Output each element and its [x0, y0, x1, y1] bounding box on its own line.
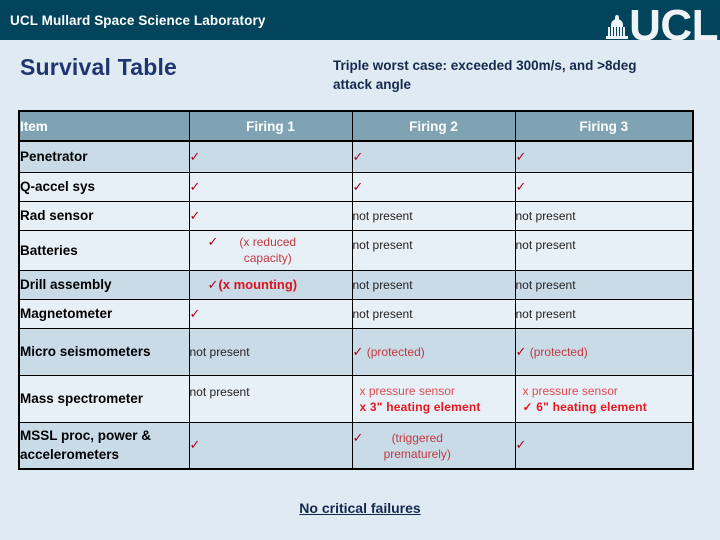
cell-firing-1: not present	[188, 327, 353, 376]
cell-firing-1: ✓	[188, 171, 353, 202]
cell-firing-3: ✓ (protected)	[514, 327, 694, 376]
cell-note: (x mounting)	[218, 276, 298, 292]
check-icon: ✓	[352, 148, 364, 164]
table-row: Rad sensor ✓ not present not present	[18, 200, 694, 231]
cell-firing-2: ✓ (triggered prematurely)	[351, 421, 516, 470]
cell-firing-3: x pressure sensor ✓ 6" heating element	[514, 374, 694, 423]
cell-note: (protected)	[529, 344, 588, 359]
cell-firing-1: ✓(x mounting)	[188, 269, 353, 300]
ucl-dome-icon	[606, 12, 629, 40]
page-title: Survival Table	[20, 54, 178, 80]
table-row: Magnetometer ✓ not present not present	[18, 298, 694, 329]
cell-firing-2: not present	[351, 269, 516, 300]
cell-firing-2: x pressure sensor x 3" heating element	[351, 374, 516, 423]
check-icon: ✓	[189, 437, 201, 453]
row-item-label: Batteries	[18, 229, 190, 271]
table-header-row: Item Firing 1 Firing 2 Firing 3	[18, 110, 694, 142]
check-icon: ✓	[189, 305, 201, 321]
cell-note: not present	[515, 208, 576, 223]
check-icon: ✓	[515, 148, 527, 164]
table-row: Penetrator ✓ ✓ ✓	[18, 140, 694, 173]
cell-note-line-1: x pressure sensor	[359, 383, 455, 398]
cell-note: not present	[352, 208, 413, 223]
row-item-label: Magnetometer	[18, 298, 190, 329]
cell-firing-3: not present	[514, 229, 694, 271]
check-icon: ✓	[352, 429, 364, 445]
cell-firing-3: not present	[514, 269, 694, 300]
cell-firing-1: ✓	[188, 140, 353, 173]
row-item-label: Micro seismometers	[18, 327, 190, 376]
cell-note: (x reduced capacity)	[239, 235, 297, 265]
column-header-firing-1: Firing 1	[188, 110, 353, 142]
table-row: Micro seismometers not present ✓ (protec…	[18, 327, 694, 376]
row-item-label: Rad sensor	[18, 200, 190, 231]
ucl-logo-text: UCL	[629, 1, 718, 41]
check-icon: ✓	[352, 343, 364, 359]
row-item-label: Mass spectrometer	[18, 374, 190, 423]
row-item-label: Drill assembly	[18, 269, 190, 300]
check-icon: ✓	[207, 276, 219, 292]
check-icon: ✓	[515, 437, 527, 453]
cell-firing-2: not present	[351, 229, 516, 271]
cell-firing-2: ✓	[351, 171, 516, 202]
cell-note: not present	[189, 344, 250, 359]
cell-note-line-1: x pressure sensor	[522, 383, 618, 398]
column-header-firing-2: Firing 2	[351, 110, 516, 142]
cell-firing-1: not present	[188, 374, 353, 423]
cell-note: not present	[515, 277, 576, 292]
cell-firing-3: ✓	[514, 171, 694, 202]
column-header-firing-3: Firing 3	[514, 110, 694, 142]
row-item-label: Penetrator	[18, 140, 190, 173]
check-icon: ✓	[207, 234, 219, 249]
table-row: MSSL proc, power & accelerometers ✓ ✓ (t…	[18, 421, 694, 470]
app-banner: UCL Mullard Space Science Laboratory UCL	[0, 0, 720, 40]
table-row: Q-accel sys ✓ ✓ ✓	[18, 171, 694, 202]
cell-firing-2: not present	[351, 200, 516, 231]
check-icon: ✓	[352, 178, 364, 194]
cell-note: not present	[352, 277, 413, 292]
row-item-label: Q-accel sys	[18, 171, 190, 202]
survival-table: Item Firing 1 Firing 2 Firing 3 Penetrat…	[18, 110, 694, 470]
column-header-item: Item	[18, 110, 190, 142]
check-icon: ✓	[515, 343, 527, 359]
cell-note: not present	[352, 237, 413, 252]
table-row: Batteries ✓ (x reduced capacity) not pre…	[18, 229, 694, 271]
page-subtitle: Triple worst case: exceeded 300m/s, and …	[333, 58, 637, 92]
cell-firing-3: not present	[514, 298, 694, 329]
footer-note: No critical failures	[299, 500, 421, 516]
check-icon: ✓	[515, 178, 527, 194]
table-row: Drill assembly ✓(x mounting) not present…	[18, 269, 694, 300]
cell-note: (protected)	[366, 344, 425, 359]
check-icon: ✓	[189, 207, 201, 223]
check-icon: ✓	[189, 148, 201, 164]
cell-firing-3: ✓	[514, 140, 694, 173]
cell-firing-2: not present	[351, 298, 516, 329]
cell-note-line-2: x 3" heating element	[359, 399, 481, 414]
ucl-logo: UCL	[606, 0, 718, 40]
banner-title: UCL Mullard Space Science Laboratory	[10, 12, 266, 28]
cell-firing-1: ✓	[188, 200, 353, 231]
cell-firing-1: ✓ (x reduced capacity)	[188, 229, 353, 271]
cell-firing-3: ✓	[514, 421, 694, 470]
cell-note-line-2: ✓ 6" heating element	[522, 399, 647, 414]
cell-firing-1: ✓	[188, 421, 353, 470]
cell-firing-1: ✓	[188, 298, 353, 329]
cell-note: not present	[515, 306, 576, 321]
row-item-label: MSSL proc, power & accelerometers	[18, 421, 190, 470]
cell-note: not present	[515, 237, 576, 252]
cell-firing-3: not present	[514, 200, 694, 231]
check-icon: ✓	[189, 178, 201, 194]
cell-note: not present	[352, 306, 413, 321]
cell-firing-2: ✓	[351, 140, 516, 173]
cell-note: (triggered prematurely)	[383, 430, 451, 461]
cell-note: not present	[189, 384, 250, 399]
table-row: Mass spectrometer not present x pressure…	[18, 374, 694, 423]
cell-firing-2: ✓ (protected)	[351, 327, 516, 376]
